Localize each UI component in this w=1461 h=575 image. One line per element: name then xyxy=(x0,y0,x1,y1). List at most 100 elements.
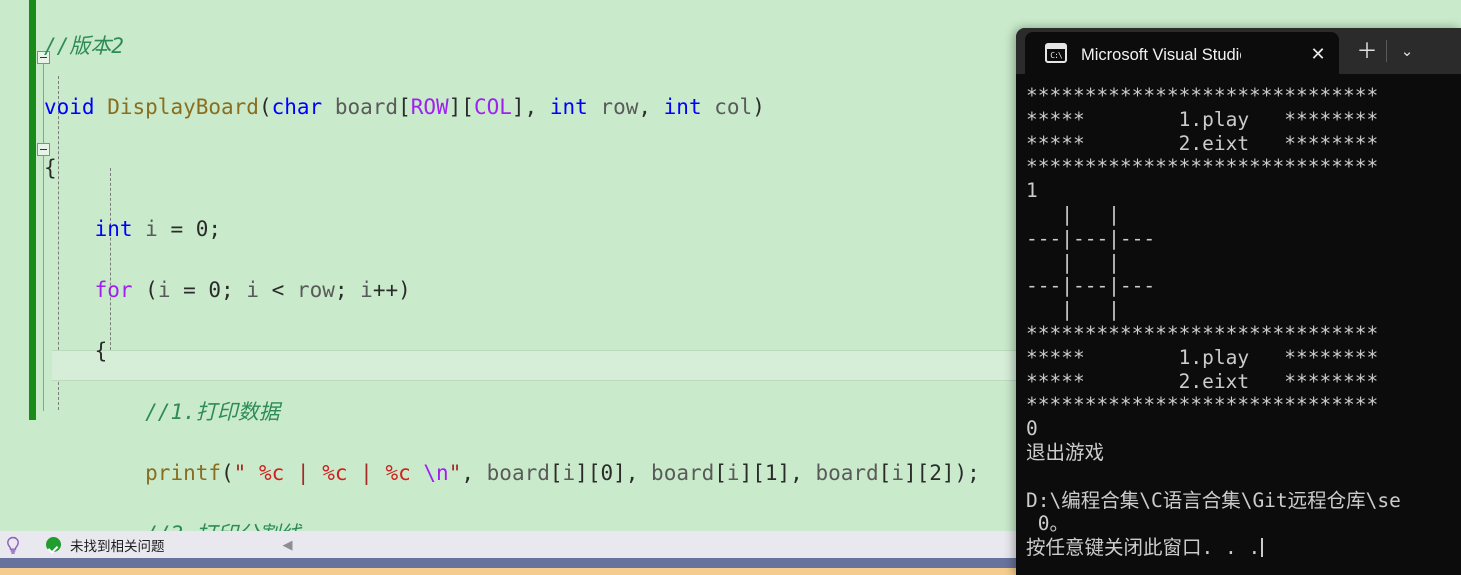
keyword-void: void xyxy=(44,94,95,119)
pipe-2: | xyxy=(347,460,386,485)
console-line: 0。 xyxy=(1026,512,1069,536)
green-check-icon xyxy=(46,537,61,552)
paren-close: ) xyxy=(752,94,765,119)
console-caret xyxy=(1261,538,1264,558)
console-line: ***** 1.play ******** xyxy=(1026,107,1379,131)
console-titlebar[interactable]: C:\ Microsoft Visual Studio 调试控 ✕ ＋ ⌄ xyxy=(1016,28,1461,74)
unsaved-change-indicator-bar xyxy=(29,0,36,420)
identifier-col: col xyxy=(714,94,753,119)
identifier-board: board xyxy=(334,94,399,119)
macro-row: ROW xyxy=(410,94,449,119)
console-line: ---|---|--- xyxy=(1026,274,1156,298)
collapse-arrow-icon[interactable]: ◀ xyxy=(283,537,293,553)
console-line: ***** 2.eixt ******** xyxy=(1026,369,1379,393)
keyword-int-3: int xyxy=(94,216,133,241)
identifier-i-2: i xyxy=(157,277,171,302)
titlebar-separator xyxy=(1386,40,1387,62)
console-line: ****************************** xyxy=(1026,322,1379,345)
identifier-i-6: i xyxy=(726,460,740,485)
identifier-row: row xyxy=(600,94,639,119)
console-line: 1 xyxy=(1026,179,1038,203)
assign-zero: = 0; xyxy=(157,216,222,241)
comment-print-divider: //2.打印分割线 xyxy=(145,522,301,532)
for-init: ( xyxy=(132,277,158,302)
lt: < xyxy=(258,277,297,302)
keyword-char: char xyxy=(271,94,323,119)
paren: ( xyxy=(221,460,234,485)
brace-open-fn: { xyxy=(44,155,57,180)
console-line: D:\编程合集\C语言合集\Git远程仓库\se xyxy=(1026,488,1401,512)
console-line: ****************************** xyxy=(1026,393,1379,417)
brace-open-for: { xyxy=(44,338,108,363)
bracket-open: [ xyxy=(398,94,411,119)
console-line: ***** 1.play ******** xyxy=(1026,345,1379,369)
incr: ++) xyxy=(372,277,411,302)
console-line: | | xyxy=(1026,250,1156,274)
identifier-board-1: board xyxy=(486,460,550,485)
escape-newline-1: \n xyxy=(423,460,449,485)
lightbulb-icon[interactable] xyxy=(2,534,24,556)
sp2 xyxy=(411,461,424,485)
comment-token: //版本2 xyxy=(44,33,124,58)
keyword-for: for xyxy=(94,277,133,302)
comma-1: , xyxy=(461,460,487,485)
identifier-i-7: i xyxy=(891,460,904,485)
keyword-int-1: int xyxy=(549,94,588,119)
identifier-board-2: board xyxy=(651,460,715,485)
status-message: 未找到相关问题 xyxy=(70,538,165,554)
cmd-icon-text: C:\ xyxy=(1050,51,1062,60)
cmd-console-icon: C:\ xyxy=(1045,43,1067,63)
console-line: ---|---|--- xyxy=(1026,226,1156,250)
keyword-int-2: int xyxy=(663,94,702,119)
paren-open: ( xyxy=(258,94,272,119)
close-icon[interactable]: ✕ xyxy=(1307,43,1329,65)
identifier-i-5: i xyxy=(562,460,576,485)
identifier-i: i xyxy=(145,216,158,241)
console-line: ***** 2.eixt ******** xyxy=(1026,131,1379,155)
fmt-c-2: %c xyxy=(322,460,348,485)
console-tab[interactable]: C:\ Microsoft Visual Studio 调试控 ✕ xyxy=(1025,32,1339,74)
comment-print-data: //1.打印数据 xyxy=(145,399,280,424)
identifier-board-3: board xyxy=(815,460,879,485)
bracket-close: ][ xyxy=(448,94,474,119)
console-window[interactable]: C:\ Microsoft Visual Studio 调试控 ✕ ＋ ⌄ **… xyxy=(1016,28,1461,575)
macro-col: COL xyxy=(473,94,512,119)
console-line: | | xyxy=(1026,298,1156,322)
fmt-c-1: %c xyxy=(258,460,285,485)
console-line: ****************************** xyxy=(1026,155,1379,179)
console-line: | | xyxy=(1026,203,1156,226)
idx-2b: ][1], xyxy=(739,460,816,485)
eq: = 0; xyxy=(170,277,247,302)
idx-1b: ][0], xyxy=(575,460,652,485)
console-output[interactable]: ****************************** ***** 1.pl… xyxy=(1016,74,1461,575)
sp xyxy=(246,461,259,485)
identifier-i-3: i xyxy=(246,277,259,302)
quote: " xyxy=(233,460,247,485)
new-tab-icon[interactable]: ＋ xyxy=(1354,40,1380,64)
console-tab-title: Microsoft Visual Studio 调试控 xyxy=(1081,46,1241,64)
console-line: 按任意键关闭此窗口. . . xyxy=(1026,536,1264,560)
function-printf-1: printf xyxy=(145,460,222,485)
idx-1: [ xyxy=(549,460,563,485)
semi: ; xyxy=(334,277,361,302)
function-name-displayboard: DisplayBoard xyxy=(107,94,259,119)
line-number-gutter xyxy=(0,0,28,531)
console-line: 退出游戏 xyxy=(1026,441,1105,464)
comma: , xyxy=(638,94,664,119)
identifier-i-4: i xyxy=(360,277,373,302)
fmt-c-3: %c xyxy=(385,460,411,485)
idx-2: [ xyxy=(714,460,727,485)
chevron-down-icon[interactable]: ⌄ xyxy=(1394,40,1420,64)
pipe-1: | xyxy=(284,460,323,485)
idx-3b: ][2]); xyxy=(903,460,980,485)
